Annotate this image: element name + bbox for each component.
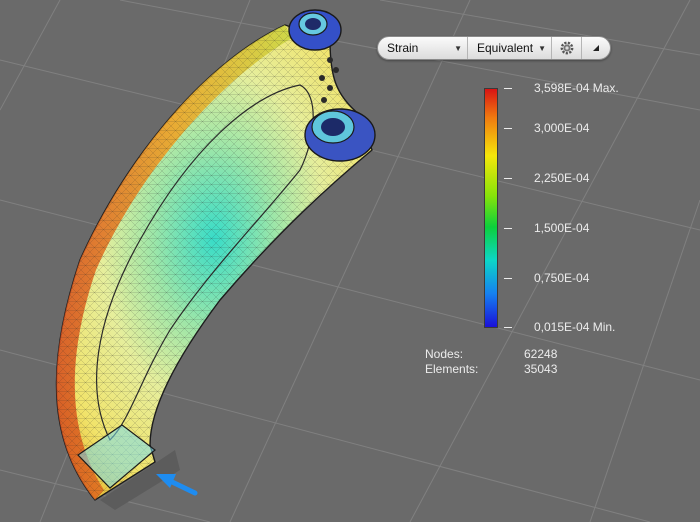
strain-model xyxy=(55,9,376,501)
3d-viewport[interactable] xyxy=(0,0,700,522)
legend-tick xyxy=(504,228,512,229)
legend-tick-label: 2,250E-04 xyxy=(534,171,590,185)
legend-tick xyxy=(504,128,512,129)
color-legend-bar xyxy=(484,88,498,328)
result-type-dropdown[interactable]: Strain ▼ xyxy=(378,37,468,59)
arm-mesh xyxy=(56,25,372,500)
middle-boss xyxy=(304,108,376,162)
component-dropdown[interactable]: Equivalent ▼ xyxy=(468,37,552,59)
chevron-down-icon: ▼ xyxy=(454,44,462,53)
result-toolbar: Strain ▼ Equivalent ▼ xyxy=(377,36,611,60)
chevron-down-icon: ▼ xyxy=(538,44,546,53)
legend-tick xyxy=(504,178,512,179)
load-arrow-icon[interactable] xyxy=(156,474,198,496)
legend-tick-label: 1,500E-04 xyxy=(534,221,590,235)
elements-value: 35043 xyxy=(524,362,558,376)
component-value: Equivalent xyxy=(477,41,534,55)
top-boss xyxy=(288,9,342,51)
nodes-value: 62248 xyxy=(524,347,558,361)
legend-max-label: 3,598E-04 Max. xyxy=(534,81,619,95)
legend-min-label: 0,015E-04 Min. xyxy=(534,320,616,334)
legend-tick xyxy=(504,88,512,89)
legend-tick-label: 0,750E-04 xyxy=(534,271,590,285)
settings-button[interactable] xyxy=(552,37,582,59)
gear-icon xyxy=(560,41,573,55)
collapse-button[interactable] xyxy=(582,37,610,59)
legend-tick-label: 3,000E-04 xyxy=(534,121,590,135)
legend-tick xyxy=(504,278,512,279)
legend-tick xyxy=(504,327,512,328)
result-type-value: Strain xyxy=(387,41,419,55)
elements-label: Elements: xyxy=(425,362,479,376)
nodes-label: Nodes: xyxy=(425,347,464,361)
triangle-collapse-icon xyxy=(593,45,599,51)
